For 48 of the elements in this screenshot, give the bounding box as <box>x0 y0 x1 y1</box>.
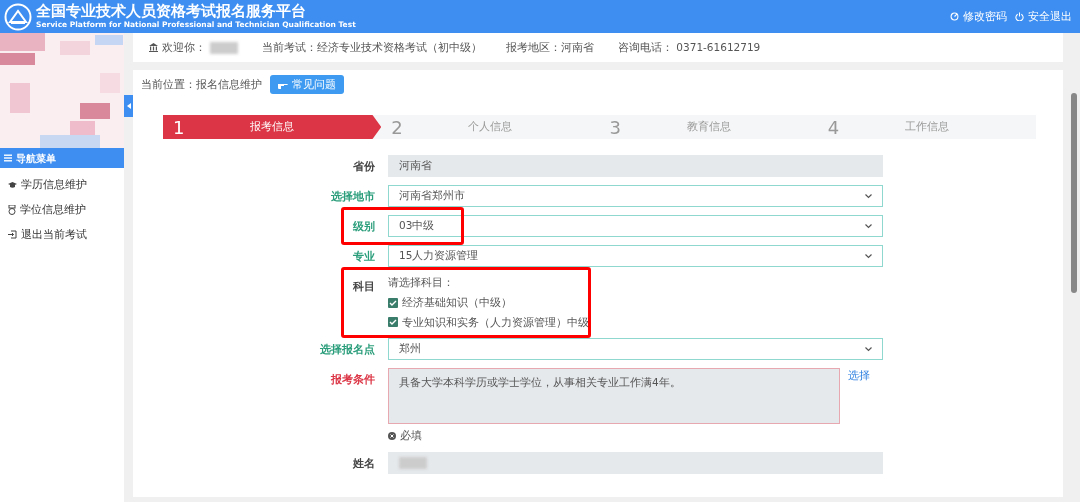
close-circle-icon <box>388 432 396 441</box>
breadcrumb-text: 当前位置：报名信息维护 <box>141 76 262 92</box>
readonly-field: 河南省 <box>388 155 883 177</box>
menu-title: 导航菜单 <box>16 151 56 166</box>
graduation-cap-icon <box>8 180 17 189</box>
redacted-name <box>210 41 238 54</box>
sidebar-item[interactable]: 学历信息维护 <box>0 172 124 197</box>
checkbox-option[interactable]: 经济基础知识（中级） <box>388 294 589 311</box>
field-label: 报考条件 <box>331 373 375 387</box>
select-link[interactable]: 选择 <box>848 368 870 425</box>
required-note: 必填 <box>400 428 422 444</box>
logo-icon <box>4 2 32 31</box>
field-label: 专业 <box>353 250 375 263</box>
sidebar-item[interactable]: 退出当前考试 <box>0 222 124 247</box>
field-label: 选择地市 <box>331 190 375 203</box>
select-field[interactable]: 郑州 <box>388 338 883 361</box>
medal-icon <box>8 204 16 215</box>
checkbox[interactable] <box>388 317 398 328</box>
textarea-field[interactable]: 具备大学本科学历或学士学位，从事相关专业工作满4年。 <box>388 368 840 425</box>
bank-icon <box>149 43 158 52</box>
checkbox-prompt: 请选择科目： <box>388 275 455 290</box>
key-icon <box>950 12 959 21</box>
select-field[interactable]: 03中级 <box>388 215 883 237</box>
field-label: 省份 <box>353 160 375 173</box>
menu-icon <box>4 154 12 162</box>
sidebar-item[interactable]: 学位信息维护 <box>0 197 124 222</box>
checkbox-option[interactable]: 专业知识和实务（人力资源管理）中级 <box>388 314 589 331</box>
power-icon <box>1015 12 1024 21</box>
region-info: 报考地区：河南省 <box>506 39 594 55</box>
field-label: 级别 <box>353 220 375 233</box>
step-tab[interactable]: 1 报考信息 <box>163 115 382 139</box>
chevron-icon <box>865 193 872 199</box>
welcome-text: 欢迎你： <box>162 39 206 55</box>
exam-info: 当前考试：经济专业技术资格考试（初中级） <box>262 39 482 55</box>
chevron-icon <box>865 253 872 259</box>
chevron-icon <box>865 346 872 352</box>
select-field[interactable]: 15人力资源管理 <box>388 245 883 267</box>
field-label: 选择报名点 <box>320 343 375 357</box>
select-field[interactable]: 河南省郑州市 <box>388 185 883 207</box>
field-label: 科目 <box>353 280 375 293</box>
checkbox[interactable] <box>388 297 398 308</box>
exit-icon <box>8 230 17 239</box>
caret-icon <box>126 103 131 109</box>
collapse-button[interactable] <box>124 95 133 117</box>
site-title: 全国专业技术人员资格考试报名服务平台 <box>36 2 307 20</box>
chevron-icon <box>865 223 872 229</box>
phone-info: 咨询电话： 0371-61612719 <box>618 39 761 55</box>
field-label: 姓名 <box>353 457 375 470</box>
